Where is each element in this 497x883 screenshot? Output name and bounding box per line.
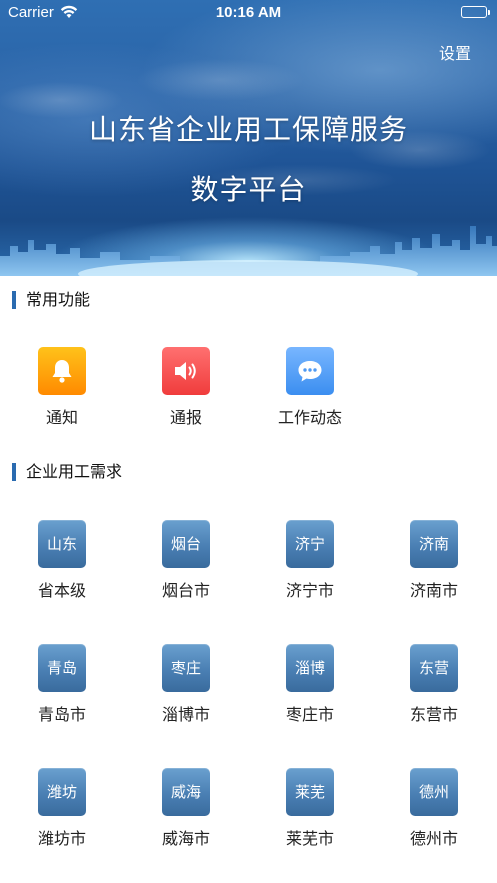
city-icon: 东营 — [410, 644, 458, 692]
city-label: 淄博市 — [161, 705, 210, 724]
city-tile-weifang[interactable]: 潍坊 潍坊市 — [7, 768, 117, 849]
function-notice[interactable]: 通知 — [7, 347, 117, 428]
status-bar: Carrier 10:16 AM — [0, 0, 497, 26]
city-icon: 青岛 — [38, 644, 86, 692]
city-tile-laiwu[interactable]: 莱芜 莱芜市 — [255, 768, 365, 849]
city-tile-shandong[interactable]: 山东 省本级 — [7, 520, 117, 601]
city-icon: 莱芜 — [286, 768, 334, 816]
city-label: 济宁市 — [285, 581, 334, 600]
city-label: 省本级 — [37, 581, 86, 600]
city-icon: 淄博 — [286, 644, 334, 692]
city-tile-qingdao[interactable]: 青岛 青岛市 — [7, 644, 117, 725]
function-work-updates[interactable]: 工作动态 — [255, 347, 365, 428]
city-icon: 山东 — [38, 520, 86, 568]
status-time: 10:16 AM — [215, 4, 282, 21]
section-title-label: 企业用工需求 — [26, 462, 123, 481]
battery-icon — [461, 6, 490, 18]
section-accent-bar — [12, 291, 16, 309]
city-icon: 枣庄 — [162, 644, 210, 692]
city-label: 东营市 — [409, 705, 458, 724]
page-title: 山东省企业用工保障服务 — [88, 113, 408, 146]
section-enterprise-demand: 企业用工需求 — [12, 462, 122, 482]
function-label: 通知 — [45, 408, 78, 427]
city-label: 莱芜市 — [285, 829, 334, 848]
city-tile-yantai[interactable]: 烟台 烟台市 — [131, 520, 241, 601]
city-label: 青岛市 — [37, 705, 86, 724]
function-label: 工作动态 — [277, 408, 342, 427]
bell-icon — [38, 347, 86, 395]
page-subtitle: 数字平台 — [190, 173, 307, 206]
section-accent-bar — [12, 463, 16, 481]
function-bulletin[interactable]: 通报 — [131, 347, 241, 428]
city-label: 威海市 — [161, 829, 210, 848]
city-tile-jining[interactable]: 济宁 济宁市 — [255, 520, 365, 601]
city-label: 潍坊市 — [37, 829, 86, 848]
city-icon: 威海 — [162, 768, 210, 816]
chat-bubble-icon — [286, 347, 334, 395]
section-title-label: 常用功能 — [26, 290, 91, 309]
city-label: 德州市 — [409, 829, 458, 848]
city-tile-dongying[interactable]: 东营 东营市 — [379, 644, 489, 725]
function-label: 通报 — [169, 408, 202, 427]
city-tile-zibo[interactable]: 淄博 枣庄市 — [255, 644, 365, 725]
city-icon: 烟台 — [162, 520, 210, 568]
city-tile-dezhou[interactable]: 德州 德州市 — [379, 768, 489, 849]
city-icon: 济宁 — [286, 520, 334, 568]
settings-button[interactable]: 设置 — [439, 40, 471, 64]
city-icon: 潍坊 — [38, 768, 86, 816]
city-tile-weihai[interactable]: 威海 威海市 — [131, 768, 241, 849]
section-common-functions: 常用功能 — [12, 290, 90, 310]
city-tile-zaozhuang[interactable]: 枣庄 淄博市 — [131, 644, 241, 725]
city-label: 济南市 — [409, 581, 458, 600]
city-label: 枣庄市 — [285, 705, 334, 724]
city-skyline-image — [0, 226, 497, 276]
header-banner: Carrier 10:16 AM 设置 山东省企业用工保障服务 数字平台 — [0, 0, 497, 276]
city-icon: 德州 — [410, 768, 458, 816]
city-label: 烟台市 — [161, 581, 210, 600]
city-tile-jinan[interactable]: 济南 济南市 — [379, 520, 489, 601]
city-icon: 济南 — [410, 520, 458, 568]
speaker-icon — [162, 347, 210, 395]
